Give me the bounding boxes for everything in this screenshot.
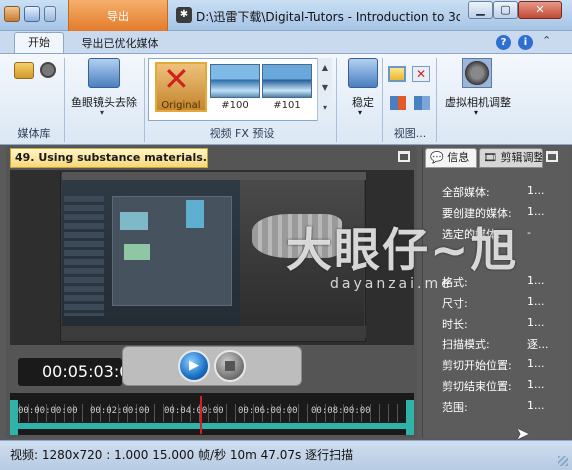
- stabilize-icon[interactable]: [348, 58, 378, 88]
- quick-access-menu-icon[interactable]: [44, 6, 56, 22]
- video-content-node: [186, 200, 204, 228]
- watermark-url: dayanzai.me: [330, 276, 453, 292]
- fisheye-removal-icon[interactable]: [88, 58, 120, 88]
- trim-end-handle[interactable]: [406, 400, 414, 435]
- clip-title: 49. Using substance materials....: [10, 148, 208, 168]
- tab-export-optimized-media[interactable]: 导出已优化媒体: [70, 35, 170, 53]
- timeline-tick-label: 00:06:00:00: [238, 406, 298, 416]
- timeline-tick-label: 00:04:00:00: [164, 406, 224, 416]
- ribbon-separator: [144, 58, 145, 142]
- info-value: 1...: [527, 399, 545, 412]
- ribbon-separator: [336, 58, 337, 142]
- ribbon-separator: [382, 58, 383, 142]
- app-window: 导出 ✱ D:\迅雷下载\Digital-Tutors - Introducti…: [0, 0, 572, 470]
- chevron-down-icon[interactable]: ▾: [474, 108, 478, 117]
- export-context-tab[interactable]: 导出: [68, 0, 168, 31]
- view-close-icon[interactable]: ✕: [412, 66, 430, 82]
- group-label-video-fx-presets: 视频 FX 预设: [209, 127, 275, 140]
- timeline-tick-label: 00:00:00:00: [18, 406, 78, 416]
- video-content-menubar: [62, 172, 366, 180]
- info-value: 1...: [527, 205, 545, 218]
- info-value: 1...: [527, 316, 545, 329]
- tab-start[interactable]: 开始: [14, 32, 64, 54]
- stabilize-button[interactable]: 稳定: [340, 94, 386, 110]
- app-icon: ✱: [176, 7, 192, 23]
- info-value: 1...: [527, 274, 545, 287]
- info-value: -: [527, 226, 531, 239]
- tab-clip-adjust[interactable]: 🎞 剪辑调整: [479, 148, 543, 168]
- remove-media-icon[interactable]: [40, 62, 56, 78]
- quick-access-save-icon[interactable]: [24, 6, 40, 22]
- gallery-scroll-arrows[interactable]: ▲ ▼ ▾: [317, 58, 332, 121]
- info-value: 1...: [527, 357, 545, 370]
- maximize-panel-icon[interactable]: [546, 151, 558, 162]
- maximize-button[interactable]: ▢: [493, 1, 518, 19]
- info-key: 范围:: [442, 401, 468, 414]
- info-value: 1...: [527, 378, 545, 391]
- group-label-view: 视图...: [393, 127, 427, 140]
- group-label-media-library: 媒体库: [17, 127, 51, 140]
- video-content-node: [124, 244, 150, 260]
- preset-label: Original: [161, 100, 201, 111]
- tab-info[interactable]: 💬 信息: [425, 148, 477, 168]
- preset-thumb-100[interactable]: [210, 64, 260, 98]
- close-button[interactable]: ✕: [518, 1, 562, 19]
- info-value: 1...: [527, 295, 545, 308]
- trim-start-handle[interactable]: [10, 400, 18, 435]
- preset-label: #101: [273, 100, 301, 111]
- tab-clip-adjust-label: 剪辑调整: [500, 151, 543, 164]
- timecode-display: 00:05:03:08: [18, 358, 122, 386]
- minimize-button[interactable]: ▁: [468, 1, 493, 19]
- preset-thumb-101[interactable]: [262, 64, 312, 98]
- play-button[interactable]: ▶: [178, 350, 210, 382]
- timeline-tick-label: 00:08:00:00: [311, 406, 371, 416]
- timeline-range-bar: [10, 423, 414, 429]
- view-split-icon[interactable]: [390, 96, 406, 110]
- info-value: 逐...: [527, 338, 549, 351]
- resize-grip[interactable]: [558, 456, 568, 466]
- info-icon[interactable]: i: [518, 35, 533, 50]
- ribbon-separator: [64, 58, 65, 142]
- quick-access-open-icon[interactable]: [4, 6, 20, 22]
- maximize-panel-icon[interactable]: [398, 151, 410, 162]
- tab-info-label: 信息: [447, 151, 470, 164]
- status-text: 视频: 1280x720 : 1.000 15.000 帧/秒 10m 47.0…: [10, 448, 354, 462]
- timeline-tick-label: 00:02:00:00: [90, 406, 150, 416]
- video-content-node: [120, 212, 148, 230]
- video-content-timeline: [62, 326, 366, 338]
- preset-label: #100: [221, 100, 249, 111]
- chevron-down-icon[interactable]: ▾: [100, 108, 104, 117]
- playhead[interactable]: [200, 396, 202, 434]
- no-effect-icon: ✕: [163, 60, 190, 98]
- view-single-icon[interactable]: [388, 66, 406, 82]
- virtual-camera-icon[interactable]: [462, 58, 492, 88]
- info-key: 扫描模式:: [442, 338, 490, 351]
- collapse-ribbon-icon[interactable]: ⌃: [542, 34, 551, 47]
- info-key: 时长:: [442, 318, 468, 331]
- chevron-down-icon[interactable]: ▾: [358, 108, 362, 117]
- playback-controls: [122, 346, 302, 386]
- view-compare-icon[interactable]: [414, 96, 430, 110]
- stop-icon: [225, 361, 235, 371]
- add-media-icon[interactable]: [14, 62, 34, 79]
- info-key: 全部媒体:: [442, 186, 490, 199]
- video-content-tree: [64, 196, 104, 316]
- info-key: 剪切结束位置:: [442, 380, 512, 393]
- info-key: 剪切开始位置:: [442, 359, 512, 372]
- help-icon[interactable]: ?: [496, 35, 511, 50]
- info-key: 尺寸:: [442, 297, 468, 310]
- info-value: 1...: [527, 184, 545, 197]
- window-title: D:\迅雷下载\Digital-Tutors - Introduction to…: [196, 10, 460, 24]
- watermark: 大眼仔~旭: [286, 223, 519, 277]
